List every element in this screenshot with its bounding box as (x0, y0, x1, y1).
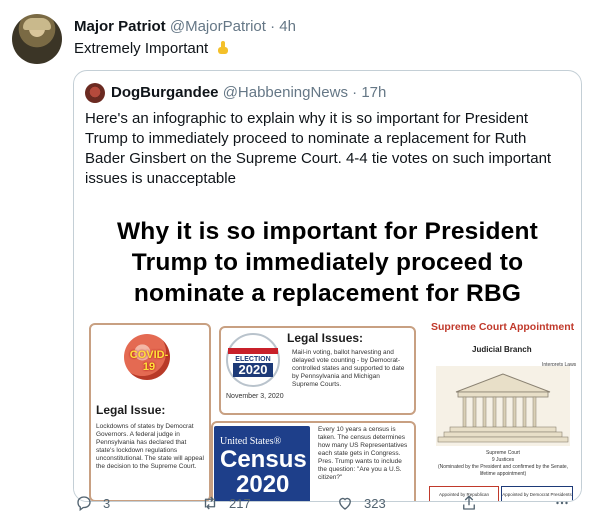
separator-dot: · (270, 18, 276, 35)
like-button[interactable]: 323 (336, 494, 386, 512)
tweet-text-content: Extremely Important (74, 40, 209, 57)
quoted-tweet[interactable]: DogBurgandee @HabbeningNews · 17h Here's… (73, 70, 582, 502)
supreme-court-title: Supreme Court Appointment (431, 321, 575, 333)
census-logo-word: Census (220, 446, 307, 473)
share-button[interactable] (460, 494, 478, 512)
panel-covid-heading: Legal Issue: (96, 403, 166, 417)
retweet-count: 217 (229, 495, 251, 511)
quoted-author-name[interactable]: DogBurgandee (111, 84, 219, 101)
quoted-text: Here's an infographic to explain why it … (85, 110, 552, 187)
quoted-author-handle[interactable]: @HabbeningNews (223, 84, 348, 101)
caption-note: (Nominated by the President and confirme… (437, 464, 569, 477)
quoted-separator: · (352, 84, 358, 101)
census-logo: United States® Census 2020 (214, 426, 310, 501)
infographic-image[interactable]: Why it is so important for President Tru… (74, 216, 581, 501)
tweet-text: Extremely Important (74, 40, 230, 57)
supreme-court-caption: Supreme Court 9 Justices (Nominated by t… (437, 450, 569, 478)
tweet-time[interactable]: 4h (279, 18, 296, 35)
infographic-title: Why it is so important for President Tru… (116, 218, 539, 307)
panel-election-heading: Legal Issues: (287, 331, 364, 345)
reply-count: 3 (103, 495, 111, 511)
like-icon (339, 497, 351, 510)
quoted-time[interactable]: 17h (361, 84, 386, 101)
pointing-down-emoji-icon (218, 41, 229, 54)
more-icon (556, 501, 568, 505)
supreme-court-building-icon (436, 366, 570, 446)
tweet: Major Patriot @MajorPatriot · 4h Extreme… (0, 0, 605, 525)
reply-icon (77, 496, 91, 512)
panel-census-body: Every 10 years a census is taken. The ce… (318, 426, 408, 481)
author-name[interactable]: Major Patriot (74, 18, 166, 35)
quoted-avatar-icon[interactable] (85, 83, 105, 103)
election-date: November 3, 2020 (226, 393, 284, 400)
election-badge-year: 2020 (233, 363, 273, 377)
more-button[interactable] (553, 494, 571, 512)
panel-covid-body: Lockdowns of states by Democrat Governor… (96, 423, 204, 470)
reply-button[interactable]: 3 (75, 494, 110, 512)
quoted-header: DogBurgandee @HabbeningNews · 17h (111, 84, 386, 101)
like-count: 323 (364, 495, 386, 511)
panel-election-body: Mail-in voting, ballot harvesting and de… (292, 349, 405, 388)
covid-badge: COVID-19 (129, 349, 169, 373)
author-handle[interactable]: @MajorPatriot (170, 18, 266, 35)
share-icon (463, 495, 475, 510)
tweet-header: Major Patriot @MajorPatriot · 4h (74, 18, 296, 35)
retweet-button[interactable]: 217 (201, 494, 251, 512)
judicial-branch-label: Judicial Branch (472, 345, 532, 354)
retweet-icon (204, 496, 216, 510)
profile-avatar-icon[interactable] (12, 14, 62, 64)
election-badge-icon: ELECTION 2020 (226, 333, 280, 387)
tweet-actions: 3 217 323 (0, 494, 605, 516)
caption-justices: 9 Justices (491, 457, 515, 463)
caption-court: Supreme Court (486, 450, 520, 456)
